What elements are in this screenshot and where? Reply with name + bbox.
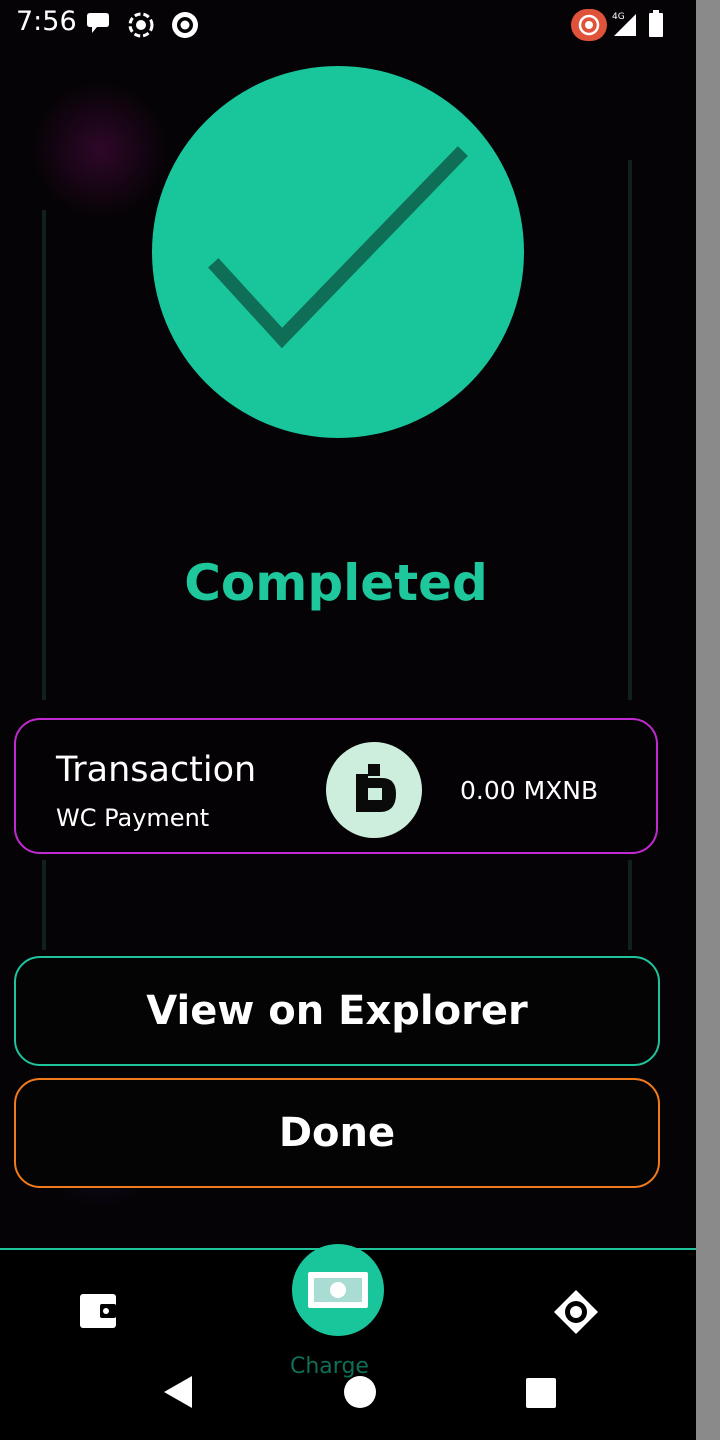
decor-line (628, 160, 632, 700)
done-button[interactable]: Done (14, 1078, 660, 1188)
recents-icon[interactable] (526, 1378, 556, 1408)
chat-bubble-icon (84, 10, 112, 42)
focus-mode-icon (126, 10, 156, 44)
decor-line (42, 210, 46, 700)
check-icon (208, 146, 468, 349)
svg-text:4G: 4G (612, 12, 625, 22)
back-icon[interactable] (162, 1374, 194, 1414)
status-bar: 7:56 4G (0, 0, 696, 50)
status-completed: Completed (184, 554, 488, 612)
signal-4g-icon: 4G (612, 10, 638, 42)
home-icon[interactable] (344, 1376, 376, 1408)
view-on-explorer-button[interactable]: View on Explorer (14, 956, 660, 1066)
transaction-title: Transaction (56, 750, 257, 790)
wallet-icon[interactable] (78, 1292, 118, 1334)
transaction-amount: 0.00 MXNB (460, 776, 599, 805)
screen-record-icon (570, 8, 608, 46)
status-time: 7:56 (16, 6, 77, 37)
charge-nav-button[interactable] (292, 1244, 384, 1336)
app-screen: 7:56 4G Completed Transaction WC Payment (0, 0, 696, 1440)
background-glow (30, 80, 170, 220)
target-icon (170, 10, 200, 44)
transaction-subtitle: WC Payment (56, 804, 210, 832)
screen-edge (696, 0, 720, 1440)
settings-eye-icon[interactable] (552, 1288, 600, 1340)
decor-line (628, 860, 632, 950)
transaction-card: Transaction WC Payment 0.00 MXNB (14, 718, 658, 854)
decor-line (42, 860, 46, 950)
mxnb-token-icon (326, 742, 422, 838)
battery-icon (648, 10, 664, 42)
success-check (152, 66, 524, 438)
cash-icon (308, 1272, 368, 1308)
